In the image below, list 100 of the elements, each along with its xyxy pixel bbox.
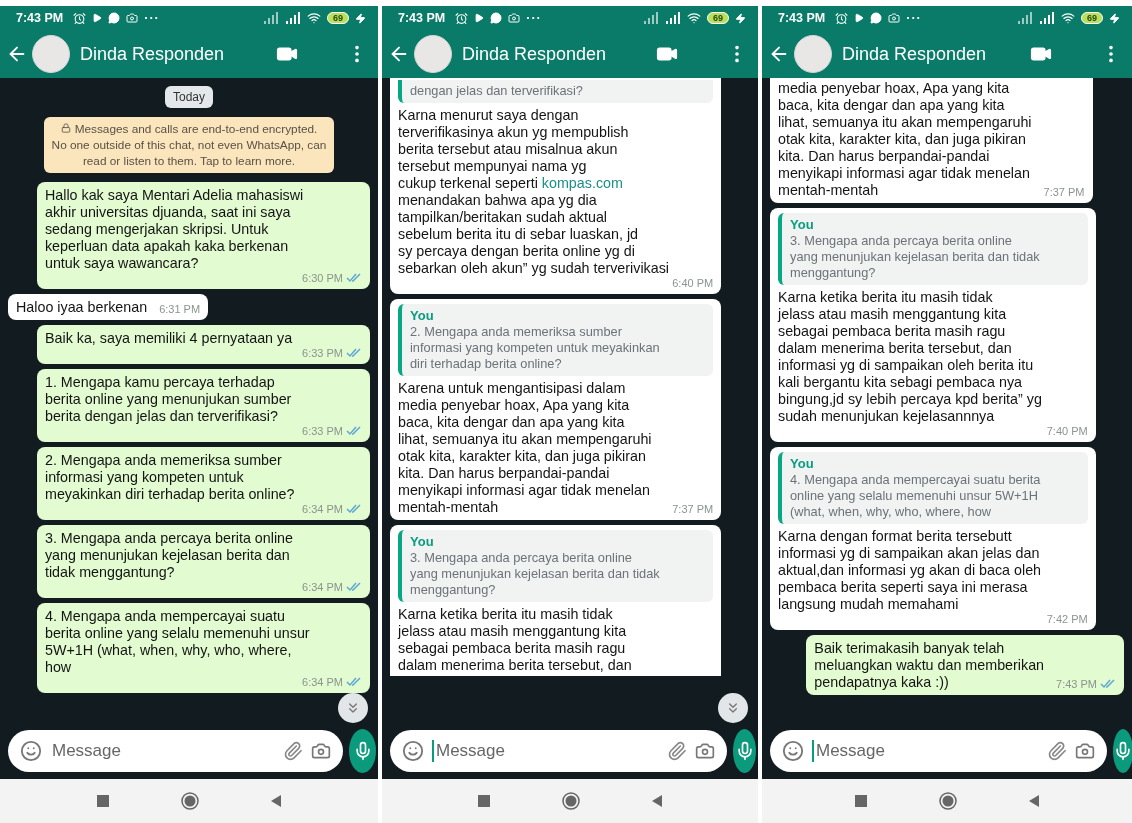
quote-author: You <box>410 307 435 324</box>
home-icon[interactable] <box>939 792 957 810</box>
quote-text: 4. Mengapa anda mempercayai suatu berita online yang selalu memenuhi unsur 5W+1H (what, when, why, who, where, how <box>790 472 1042 520</box>
camera-icon[interactable] <box>311 741 331 761</box>
signal-icon <box>643 12 659 24</box>
message-text: media penyebar hoax, Apa yang kita baca, kita dengar dan apa yang kita lihat, semuanya itu akan mempengaruhi otak kita, karakter kita, dan juga pikiran kita. Dan harus berpandai-pandai menyikapi informasi agar tidak menelan mentah-mentah <box>778 80 1032 199</box>
message-time: 7:43 PM <box>1056 677 1097 691</box>
quote-text: 2. Mengapa anda memeriksa sumber informasi yang kompeten untuk meyakinkan diri terhadap berita online? <box>410 324 661 372</box>
camera-icon[interactable] <box>695 741 715 761</box>
more-notifications: ··· <box>144 11 160 25</box>
message-time: 6:31 PM <box>159 302 201 316</box>
attach-icon[interactable] <box>283 741 303 761</box>
emoji-icon[interactable] <box>402 740 424 762</box>
back-nav-icon[interactable] <box>1029 795 1039 807</box>
message-time: 6:40 PM <box>672 276 714 290</box>
message-time: 6:30 PM <box>302 271 343 285</box>
back-nav-icon[interactable] <box>271 795 281 807</box>
message-input[interactable]: Message <box>814 740 1039 762</box>
quote-text: 3. Mengapa anda percaya berita online yang menunjukan kejelasan berita dan tidak menggantung? <box>410 550 661 598</box>
message-time: 6:34 PM <box>302 580 343 594</box>
signal-icon <box>263 12 279 24</box>
message-time: 7:37 PM <box>1043 185 1085 199</box>
quote-author: You <box>410 533 435 550</box>
quoted-message[interactable]: You 3. Mengapa anda percaya berita online yang menunjukan kejelasan berita dan tidak menggantung? <box>398 530 714 602</box>
contact-name[interactable]: Dinda Responden <box>80 43 252 65</box>
more-notifications: ··· <box>526 11 542 25</box>
avatar[interactable] <box>414 35 452 73</box>
message-field[interactable]: Message <box>8 730 343 772</box>
charging-icon <box>355 12 366 24</box>
date-chip: Today <box>165 86 213 108</box>
message-text: Karna menurut saya dengan terverifikasinya akun yg mempublish berita tersebut atau misalnua akun tersebut mempunyai nama yg cukup terkenal seperti kompas.com menandakan bahwa apa yg dia tampilkan/beritakan sudah aktual sebelum berita itu di sebar luaskan, jd sy percaya dengan berita online yg di sebarkan oleh akun” yg sudah terverivikasi <box>398 107 669 277</box>
camera-icon <box>508 12 521 24</box>
home-icon[interactable] <box>562 792 580 810</box>
play-icon <box>474 13 485 23</box>
contact-name[interactable]: Dinda Responden <box>462 43 632 65</box>
link[interactable]: kompas.com <box>541 175 623 191</box>
signal-icon <box>665 12 681 24</box>
signal-icon <box>1039 12 1055 24</box>
message-text: Haloo iyaa berkenan <box>16 299 148 316</box>
charging-icon <box>735 12 746 24</box>
message-input[interactable]: Message <box>434 740 659 762</box>
emoji-icon[interactable] <box>782 740 804 762</box>
message-text: 3. Mengapa anda percaya berita online yang menunjukan kejelasan berita dan tidak menggantung? <box>44 530 293 581</box>
message-input[interactable]: Message <box>50 740 275 762</box>
message-text: Karna ketika berita itu masih tidak jelass atau masih menggantung kita sebagai pembaca berita masih ragu dalam menerima berita tersebut, dan informasi yg di sampaikan oleh berita itu kali bergantu kita sebagi pembaca nya bingung,jd sy lebih percaya kpd berita” yg sudah menunjukan kejelasannnya <box>778 289 1042 425</box>
quoted-message[interactable]: You 3. Mengapa anda percaya berita online yang menunjukan kejelasan berita dan tidak menggantung? <box>778 213 1088 285</box>
wifi-icon <box>1061 11 1075 25</box>
charging-icon <box>1109 12 1120 24</box>
play-icon <box>92 13 103 23</box>
message-time: 7:42 PM <box>1046 612 1088 626</box>
mic-button[interactable] <box>1113 729 1132 773</box>
message-field[interactable]: Message <box>770 730 1107 772</box>
message-field[interactable]: Message <box>390 730 727 772</box>
mic-button[interactable] <box>349 729 376 773</box>
message-text: 2. Mengapa anda memeriksa sumber informasi yang kompeten untuk meyakinkan diri terhadap berita online? <box>44 452 295 503</box>
message-text: Karna dengan format berita tersebutt informasi yg di sampaikan akan jelas dan aktual,dan informasi yg akan di baca oleh pembaca berita seperti saya ini merasa langsung mudah memahami <box>778 528 1042 613</box>
quote-author: You <box>790 455 815 472</box>
message-text: Hallo kak saya Mentari Adelia mahasiswi akhir universitas djuanda, saat ini saya sedang mengerjakan skripsi. Untuk keperluan data apakah kaka berkenan untuk saya wawancara? <box>44 187 304 272</box>
contact-name[interactable]: Dinda Responden <box>842 43 1006 65</box>
scroll-down-button[interactable] <box>718 693 748 723</box>
status-time: 7:43 PM <box>778 11 826 25</box>
message-text: Karna ketika berita itu masih tidak jelass atau masih menggantung kita sebagai pembaca berita masih ragu dalam menerima berita tersebut, dan <box>398 606 632 674</box>
message-time: 6:33 PM <box>302 346 343 360</box>
avatar[interactable] <box>794 35 832 73</box>
alarm-icon <box>455 11 469 25</box>
mic-button[interactable] <box>733 729 756 773</box>
camera-icon <box>126 12 139 24</box>
attach-icon[interactable] <box>1047 741 1067 761</box>
message-time: 6:34 PM <box>302 502 343 516</box>
quoted-message[interactable]: dengan jelas dan terverifikasi? <box>398 80 714 103</box>
attach-icon[interactable] <box>667 741 687 761</box>
emoji-icon[interactable] <box>20 740 42 762</box>
quote-author: You <box>790 216 815 233</box>
quoted-message[interactable]: You 4. Mengapa anda mempercayai suatu berita online yang selalu memenuhi unsur 5W+1H (what, when, why, who, where, how <box>778 452 1088 524</box>
wifi-icon <box>307 11 321 25</box>
battery-level: 69 <box>327 12 349 24</box>
scroll-down-button[interactable] <box>338 693 368 723</box>
camera-icon <box>888 12 901 24</box>
lock-icon <box>60 123 71 133</box>
message-text: Baik ka, saya memiliki 4 pernyataan ya <box>44 330 293 347</box>
wifi-icon <box>687 11 701 25</box>
chat-icon <box>870 12 883 24</box>
alarm-icon <box>835 11 849 25</box>
back-nav-icon[interactable] <box>652 795 662 807</box>
signal-icon <box>285 12 301 24</box>
encryption-notice[interactable]: Messages and calls are end-to-end encrypted. No one outside of this chat, not even WhatsApp, can read or listen to them. Tap to learn more. <box>43 117 335 173</box>
signal-icon <box>1017 12 1033 24</box>
message-time: 6:34 PM <box>302 675 343 689</box>
alarm-icon <box>73 11 87 25</box>
play-icon <box>854 13 865 23</box>
message-text: Baik terimakasih banyak telah meluangkan waktu dan memberikan pendapatnya kaka :)) <box>814 640 1045 691</box>
camera-icon[interactable] <box>1075 741 1095 761</box>
quoted-message[interactable]: You 2. Mengapa anda memeriksa sumber informasi yang kompeten untuk meyakinkan diri terhadap berita online? <box>398 304 714 376</box>
avatar[interactable] <box>32 35 70 73</box>
battery-level: 69 <box>707 12 729 24</box>
status-time: 7:43 PM <box>398 11 446 25</box>
home-icon[interactable] <box>181 792 199 810</box>
message-time: 7:40 PM <box>1046 424 1088 438</box>
battery-level: 69 <box>1081 12 1103 24</box>
message-text: 1. Mengapa kamu percaya terhadap berita online yang menunjukan sumber berita dengan jelas dan terverifikasi? <box>44 374 292 425</box>
